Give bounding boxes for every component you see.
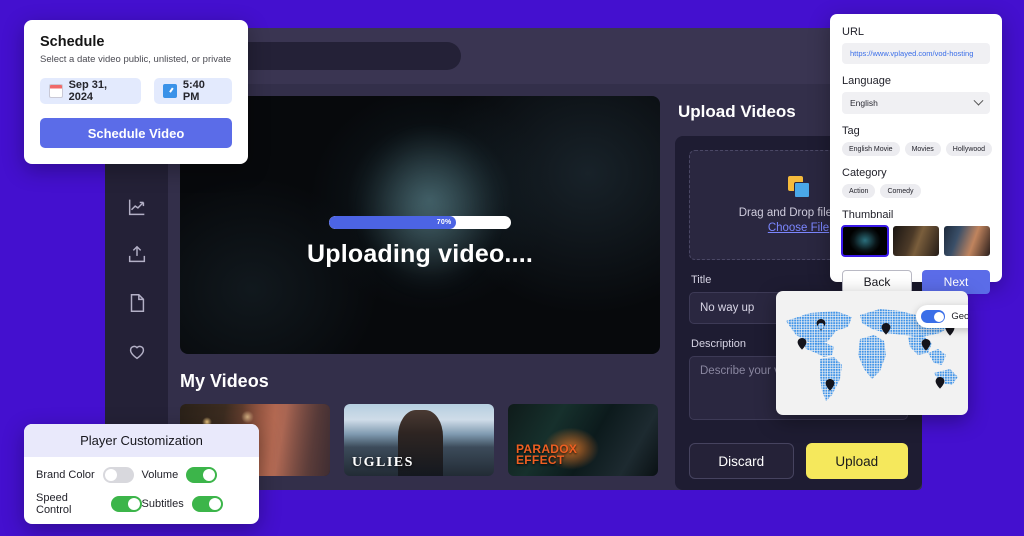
category-chips: Action Comedy <box>842 184 990 198</box>
date-picker[interactable]: Sep 31, 2024 <box>40 78 142 104</box>
upload-actions: Discard Upload <box>689 443 908 479</box>
setting-label: Speed Control <box>36 492 72 516</box>
player-customization-title: Player Customization <box>24 424 259 457</box>
url-label: URL <box>842 26 865 38</box>
upload-progress-label: 70% <box>436 219 452 226</box>
thumbnail-option[interactable] <box>893 226 939 256</box>
tag-chip[interactable]: Hollywood <box>945 142 993 156</box>
my-videos-heading: My Videos <box>180 371 269 391</box>
category-chip[interactable]: Comedy <box>880 184 921 198</box>
upload-button[interactable]: Upload <box>805 443 908 479</box>
setting-subtitles: Subtitles <box>142 492 248 516</box>
video-card-title: PARADOX EFFECT <box>516 443 577 467</box>
language-select[interactable]: English <box>842 92 990 114</box>
thumbnail-label: Thumbnail <box>842 209 894 221</box>
setting-label: Subtitles <box>141 498 184 510</box>
video-player[interactable]: 70% Uploading video.... <box>180 96 660 354</box>
thumbnail-option-selected[interactable] <box>841 225 889 257</box>
date-value: Sep 31, 2024 <box>68 79 108 103</box>
uploading-status-text: Uploading video.... <box>306 240 534 268</box>
setting-speed-control: Speed Control <box>36 492 142 516</box>
choose-file-link[interactable]: Choose File <box>768 222 829 234</box>
upload-icon[interactable] <box>125 243 149 267</box>
setting-volume: Volume <box>142 467 248 483</box>
geo-block-label: Geo - Block <box>951 311 968 322</box>
language-value: English <box>850 98 878 108</box>
player-customization-card: Player Customization Brand Color Volume … <box>24 424 259 524</box>
tag-chip[interactable]: English Movie <box>842 142 900 156</box>
schedule-title: Schedule <box>40 34 105 50</box>
upload-progress-bar: 70% <box>329 216 511 229</box>
copy-files-icon <box>786 176 812 200</box>
setting-label: Brand Color <box>36 469 95 481</box>
volume-toggle[interactable] <box>186 467 218 483</box>
schedule-subtitle: Select a date video public, unlisted, or… <box>40 54 232 65</box>
setting-brand-color: Brand Color <box>36 467 142 483</box>
upload-progress-fill: 70% <box>329 216 457 229</box>
analytics-icon[interactable] <box>125 195 149 219</box>
category-label: Category <box>842 167 887 179</box>
tag-chips: English Movie Movies Hollywood <box>842 142 993 156</box>
video-details-card: URL https://www.vplayed.com/vod-hosting … <box>830 14 1002 294</box>
document-icon[interactable] <box>125 291 149 315</box>
discard-button[interactable]: Discard <box>689 443 794 479</box>
video-card[interactable]: UGLIES <box>344 404 494 476</box>
video-card[interactable]: PARADOX EFFECT <box>508 404 658 476</box>
player-customization-settings: Brand Color Volume Speed Control Subtitl… <box>24 457 259 516</box>
screen-root: 70% Uploading video.... My Videos UGLIES… <box>0 0 1024 536</box>
app-window: 70% Uploading video.... My Videos UGLIES… <box>105 28 922 490</box>
category-chip[interactable]: Action <box>842 184 876 198</box>
geo-block-switch[interactable] <box>921 310 946 323</box>
thumbnail-list <box>841 225 990 257</box>
chevron-down-icon <box>973 95 984 106</box>
clock-icon <box>163 84 177 98</box>
geo-block-card: Geo - Block <box>776 291 968 415</box>
language-label: Language <box>842 75 891 87</box>
thumbnail-option[interactable] <box>944 226 990 256</box>
calendar-icon <box>49 84 63 98</box>
url-field[interactable]: https://www.vplayed.com/vod-hosting <box>842 43 990 64</box>
heart-icon[interactable] <box>125 339 149 363</box>
geo-block-toggle[interactable]: Geo - Block <box>916 305 968 328</box>
speed-control-toggle[interactable] <box>110 496 142 512</box>
setting-label: Volume <box>141 469 179 481</box>
video-card-title-line2: EFFECT <box>516 453 565 467</box>
video-card-title: UGLIES <box>352 455 414 470</box>
subtitles-toggle[interactable] <box>191 496 223 512</box>
brand-color-toggle[interactable] <box>102 467 134 483</box>
tag-chip[interactable]: Movies <box>904 142 941 156</box>
tag-label: Tag <box>842 125 860 137</box>
map-markers <box>797 319 955 391</box>
search-input[interactable] <box>231 42 461 70</box>
